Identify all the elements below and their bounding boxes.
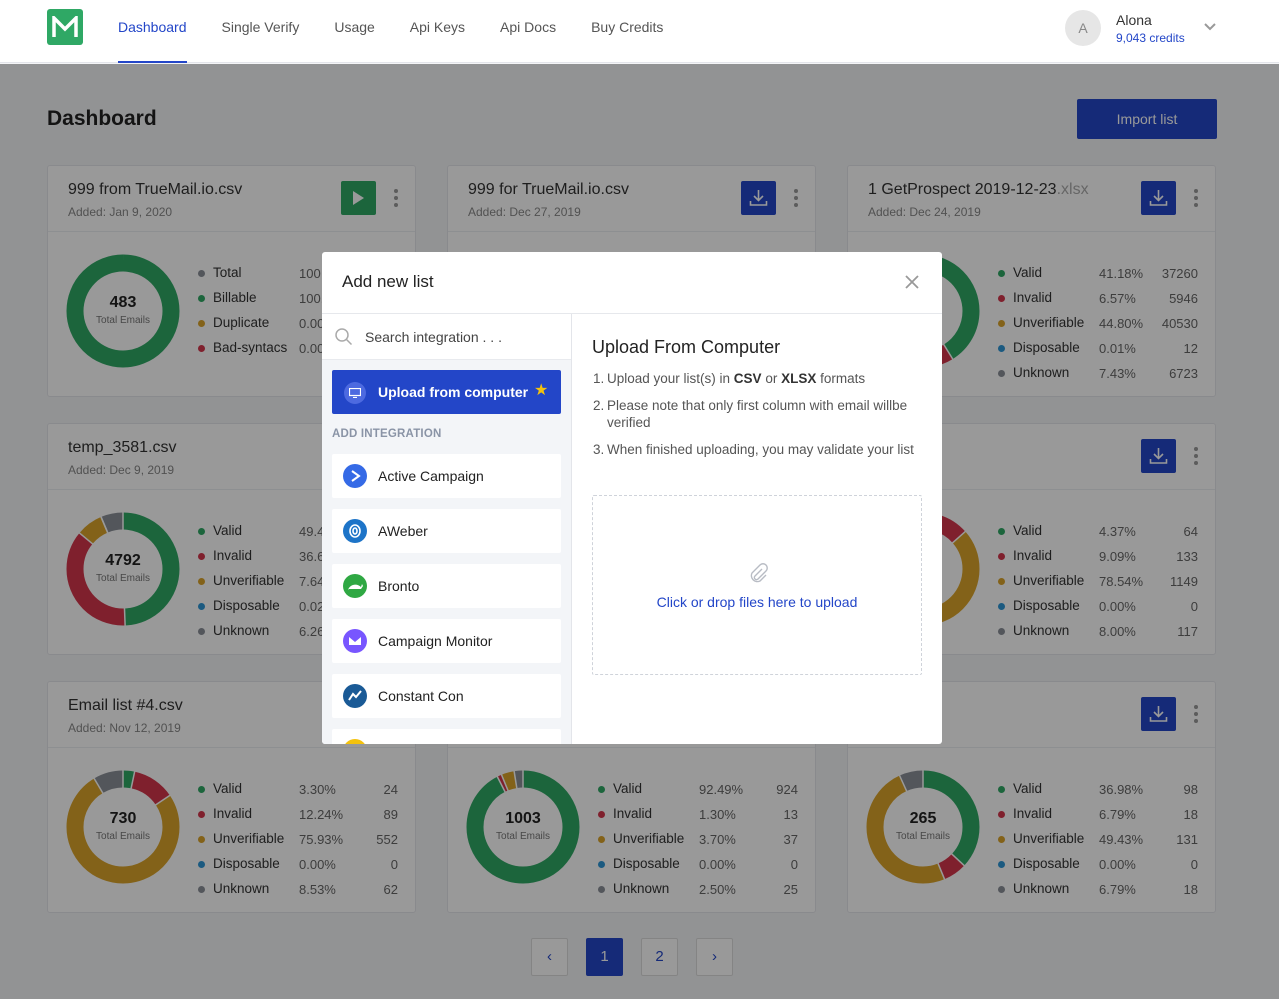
step-text: Upload your list(s) in CSV or XLSX forma…: [607, 370, 923, 387]
step-text: Please note that only first column with …: [607, 398, 908, 430]
nav-api-keys[interactable]: Api Keys: [410, 0, 465, 63]
paperclip-icon: [750, 563, 768, 583]
integration-item[interactable]: Constant Con: [332, 674, 561, 718]
add-integration-heading: ADD INTEGRATION: [332, 428, 442, 440]
campaign-monitor-icon: [343, 629, 367, 653]
step-number: 2.: [593, 398, 605, 413]
step-number: 3.: [593, 442, 605, 457]
chevron-down-icon[interactable]: [1203, 22, 1217, 32]
integration-item[interactable]: AWeber: [332, 509, 561, 553]
nav-single-verify[interactable]: Single Verify: [222, 0, 300, 63]
nav-dashboard[interactable]: Dashboard: [118, 0, 187, 63]
star-icon: ★: [534, 382, 549, 399]
step-text-part: Upload your list(s) in: [607, 371, 734, 386]
integration-label: Bronto: [378, 578, 420, 594]
integration-label: AWeber: [378, 523, 428, 539]
avatar[interactable]: A: [1065, 10, 1101, 46]
aweber-icon: [343, 519, 367, 543]
bronto-icon: [343, 574, 367, 598]
step-text-part: or: [761, 371, 782, 386]
constant-contact-icon: [343, 684, 367, 708]
add-list-modal: Add new list Upload from computer ★ ADD …: [322, 252, 942, 744]
step-text-part: formats: [816, 371, 866, 386]
csv-format: CSV: [733, 371, 762, 386]
integration-label: Campaign Monitor: [378, 633, 493, 649]
search-icon: [335, 328, 353, 346]
modal-header: Add new list: [322, 252, 942, 314]
modal-title: Add new list: [342, 272, 434, 291]
drop-zone-text: Click or drop files here to upload: [656, 594, 858, 610]
user-name[interactable]: Alona: [1116, 12, 1152, 28]
nav-buy-credits[interactable]: Buy Credits: [591, 0, 663, 63]
monitor-icon: [344, 382, 366, 404]
integration-item[interactable]: Bronto: [332, 564, 561, 608]
file-drop-zone[interactable]: Click or drop files here to upload: [592, 495, 922, 675]
top-bar: Dashboard Single Verify Usage Api Keys A…: [0, 0, 1279, 63]
upload-panel-title: Upload From Computer: [592, 337, 781, 357]
integration-item[interactable]: Campaign Monitor: [332, 619, 561, 663]
active-campaign-icon: [343, 464, 367, 488]
search-integration-input[interactable]: [365, 327, 555, 347]
xlsx-format: XLSX: [781, 371, 817, 386]
search-bar: [322, 314, 571, 360]
main-nav: Dashboard Single Verify Usage Api Keys A…: [118, 0, 698, 63]
nav-usage[interactable]: Usage: [334, 0, 374, 63]
upload-from-computer-label: Upload from computer: [378, 384, 529, 400]
step-text: When finished uploading, you may validat…: [607, 442, 914, 457]
integration-sidebar: Upload from computer ★ ADD INTEGRATION A…: [322, 314, 572, 744]
integration-label: Constant Con: [378, 688, 464, 704]
user-credits: 9,043 credits: [1116, 31, 1185, 45]
nav-api-docs[interactable]: Api Docs: [500, 0, 556, 63]
integration-item[interactable]: Active Campaign: [332, 454, 561, 498]
close-icon[interactable]: [904, 274, 920, 290]
step-number: 1.: [593, 371, 605, 386]
integration-label: Active Campaign: [378, 468, 484, 484]
integration-item[interactable]: [332, 729, 561, 744]
upload-from-computer-item[interactable]: Upload from computer ★: [332, 370, 561, 414]
upload-panel: Upload From Computer 1. Upload your list…: [572, 314, 942, 744]
logo-icon[interactable]: [47, 9, 83, 45]
mailchimp-icon: [343, 739, 367, 744]
